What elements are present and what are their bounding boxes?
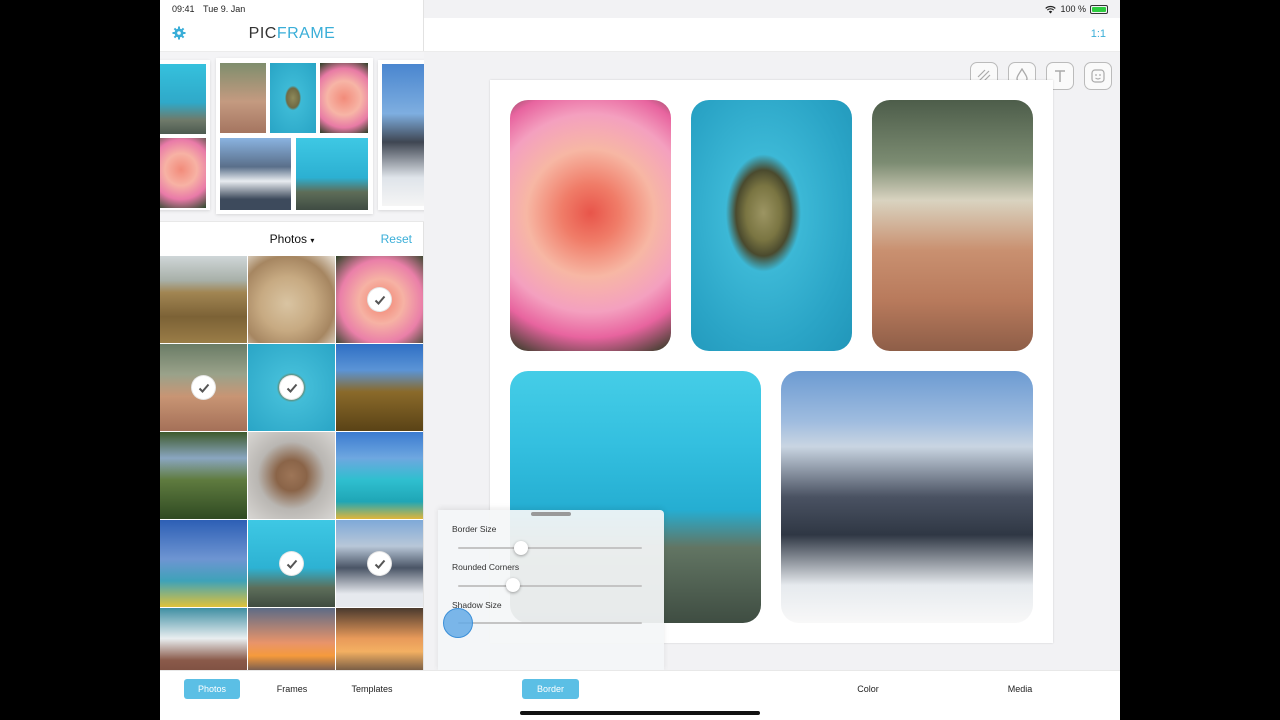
frame-cell: [382, 64, 424, 206]
checkmark-icon: [279, 551, 304, 576]
photo-thumb-pier-sunset[interactable]: [336, 608, 423, 670]
photo-grid: [160, 256, 424, 670]
collage-photo-sea-turtle[interactable]: [691, 100, 852, 351]
photos-source-bar: Photos ▾ Reset: [160, 222, 424, 256]
dropdown-caret-icon: ▾: [310, 236, 315, 245]
reset-button[interactable]: Reset: [381, 232, 412, 246]
collage-photo-rose[interactable]: [510, 100, 671, 351]
border-settings-panel: Border Size Rounded Corners Shadow Size: [438, 510, 664, 672]
photo-thumb-monkey-kayak[interactable]: [336, 432, 423, 519]
photo-thumb-coral-reef[interactable]: [160, 344, 247, 431]
battery-icon: [1090, 4, 1108, 14]
frame-cell: [296, 138, 368, 210]
frame-template-prev[interactable]: [160, 60, 210, 210]
editor-top-bar: 1:1: [424, 18, 1120, 52]
shadow-size-slider[interactable]: [458, 622, 642, 624]
photo-thumb-wheat-field[interactable]: [160, 256, 247, 343]
frame-cell: [320, 63, 368, 133]
tab-border[interactable]: Border: [522, 679, 579, 699]
status-bar: 09:41 Tue 9. Jan 100 %: [160, 0, 1120, 18]
aspect-ratio-button[interactable]: 1:1: [1091, 28, 1106, 40]
photo-thumb-kayak-girl[interactable]: [160, 520, 247, 607]
photo-thumb-beach-waves[interactable]: [160, 608, 247, 670]
frame-cell: [270, 63, 316, 133]
border-size-knob[interactable]: [513, 541, 528, 555]
photo-thumb-sunset-sea[interactable]: [248, 608, 335, 670]
checkmark-icon: [367, 551, 392, 576]
shadow-size-knob[interactable]: [443, 608, 473, 638]
battery-percent: 100 %: [1060, 4, 1086, 14]
logo-part-pic: PIC: [248, 25, 277, 42]
home-indicator: [520, 711, 760, 715]
logo-part-frame: FRAME: [276, 25, 336, 42]
tab-templates[interactable]: Templates: [340, 679, 404, 699]
photo-thumb-rose[interactable]: [336, 256, 423, 343]
photo-thumb-forest-lake[interactable]: [160, 432, 247, 519]
frame-template-selected[interactable]: [216, 58, 373, 214]
left-panel: PICFRAME Photos ▾ Reset Photos Frames Te…: [160, 0, 424, 720]
frame-template-next[interactable]: [378, 60, 424, 210]
frame-cell: [160, 64, 206, 134]
photo-thumb-underwater[interactable]: [248, 520, 335, 607]
status-date: Tue 9. Jan: [203, 4, 246, 14]
checkmark-icon: [191, 375, 216, 400]
rounded-corners-knob[interactable]: [506, 578, 521, 592]
sticker-tool-icon[interactable]: [1084, 62, 1112, 90]
wifi-icon: [1045, 5, 1057, 13]
left-tab-bar: Photos Frames Templates: [160, 670, 424, 720]
photo-thumb-mountains[interactable]: [336, 520, 423, 607]
border-size-slider[interactable]: [458, 547, 642, 549]
frame-cell: [220, 63, 266, 133]
panel-drag-handle[interactable]: [531, 512, 571, 516]
photo-thumb-snow-monkey[interactable]: [248, 432, 335, 519]
frame-cell: [160, 138, 206, 208]
tab-media[interactable]: Media: [990, 679, 1050, 699]
photo-thumb-dog[interactable]: [248, 256, 335, 343]
collage-photo-coral-reef[interactable]: [872, 100, 1033, 351]
app-logo: PICFRAME: [160, 25, 424, 43]
status-time: 09:41: [172, 4, 195, 14]
rounded-corners-label: Rounded Corners: [452, 562, 520, 572]
frame-cell: [220, 138, 291, 210]
collage-photo-mountains[interactable]: [781, 371, 1033, 623]
tab-frames[interactable]: Frames: [264, 679, 320, 699]
rounded-corners-slider[interactable]: [458, 585, 642, 587]
photo-thumb-sea-turtle[interactable]: [248, 344, 335, 431]
tab-color[interactable]: Color: [838, 679, 898, 699]
photos-source-label: Photos: [269, 232, 307, 246]
frame-template-strip[interactable]: [160, 52, 424, 222]
app-header: PICFRAME: [160, 18, 424, 52]
ipad-screen: 09:41 Tue 9. Jan 100 % PICFRAME Photos ▾…: [160, 0, 1120, 720]
border-size-label: Border Size: [452, 524, 497, 534]
tab-photos[interactable]: Photos: [184, 679, 240, 699]
checkmark-icon: [279, 375, 304, 400]
photo-thumb-eiffel-tower[interactable]: [336, 344, 423, 431]
checkmark-icon: [367, 287, 392, 312]
